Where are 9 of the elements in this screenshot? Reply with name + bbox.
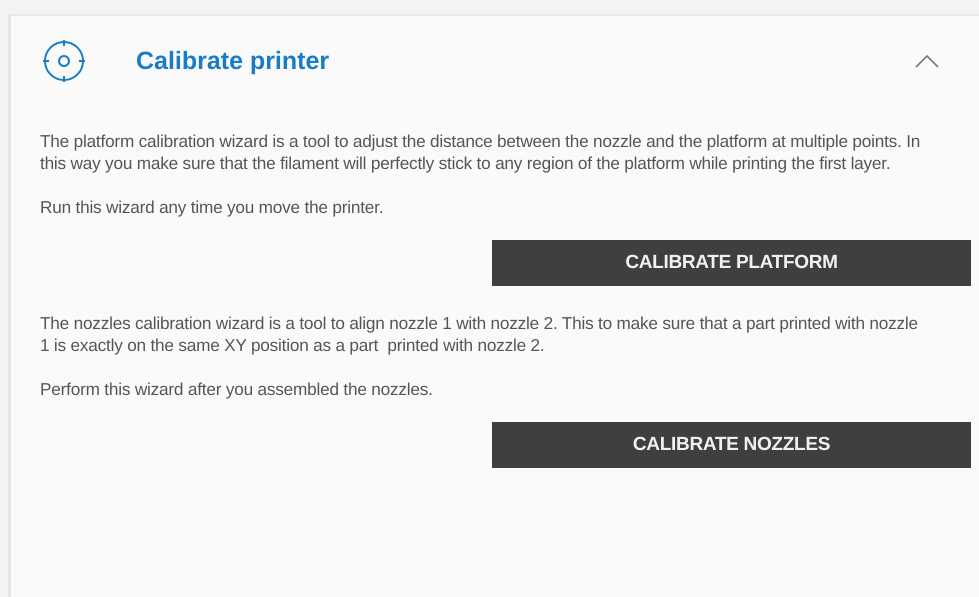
calibrate-button[interactable]: CALIBRATE NOZZLES	[492, 422, 971, 468]
calibrate-button[interactable]: CALIBRATE PLATFORM	[492, 240, 971, 286]
description-text: Perform this wizard after you assembled the nozzles.	[40, 378, 434, 400]
target-icon	[41, 38, 87, 84]
description-text: Run this wizard any time you move the printer.	[40, 196, 384, 218]
panel-title: Calibrate printer	[136, 46, 330, 76]
description-text: The platform calibration wizard is a tool to adjust the distance between the nozzle and the platform at multiple points. In this way you make sure that the filament will perfectly stick to any region of the platform while printing the first layer.	[40, 130, 922, 174]
chevron-up-icon[interactable]	[915, 54, 939, 68]
description-text: The nozzles calibration wizard is a tool to align nozzle 1 with nozzle 2. This to make sure that a part printed with nozzle 1 is exactly on the same XY position as a part printed with nozzle 2.	[40, 312, 919, 356]
